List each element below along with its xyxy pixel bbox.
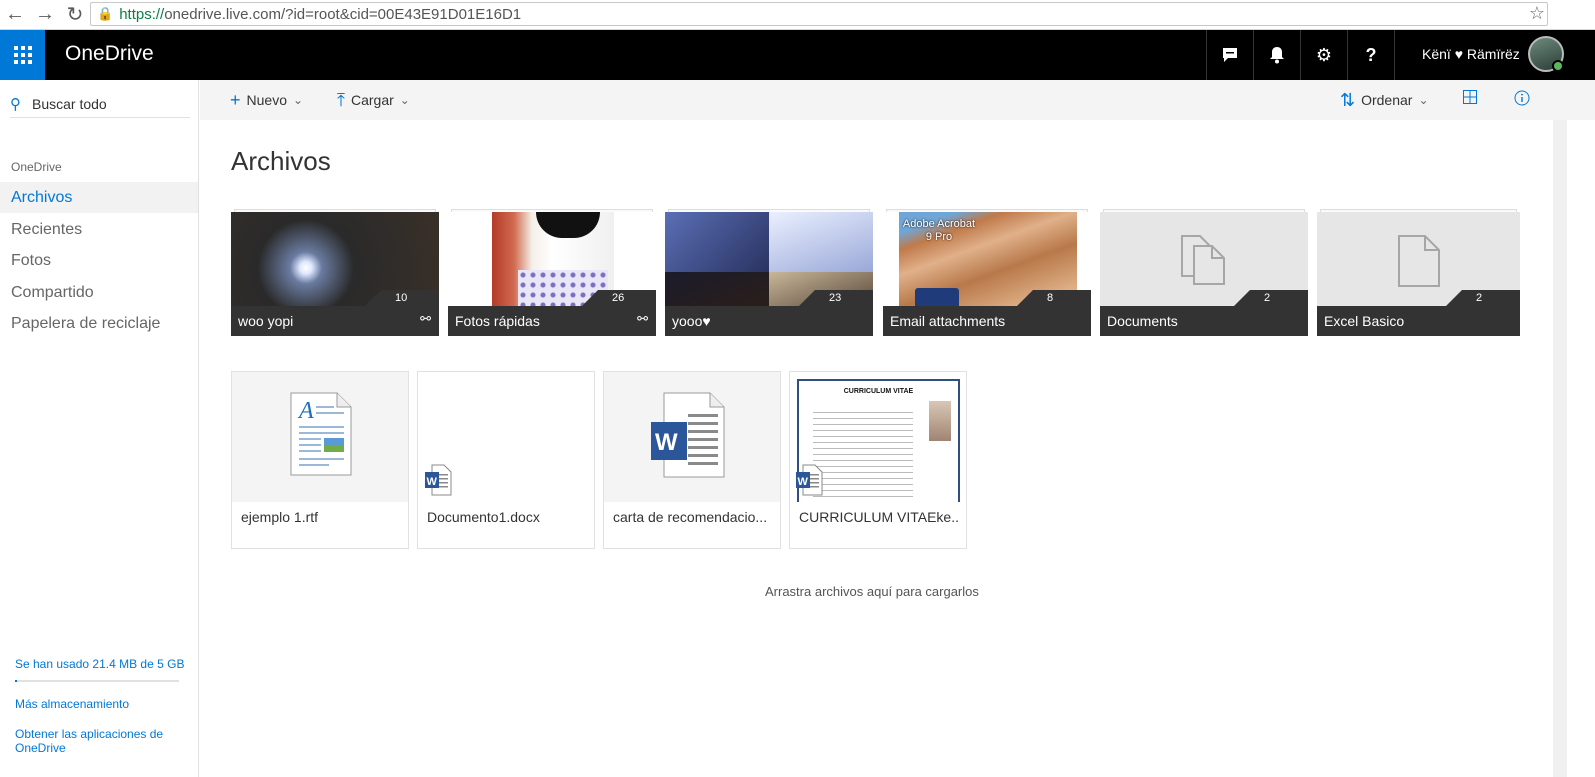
upload-button[interactable]: ⤒ Cargar ⌄ bbox=[337, 80, 410, 120]
rtf-document-icon: A bbox=[290, 392, 352, 476]
storage-bar bbox=[15, 680, 179, 682]
grid-view-icon[interactable] bbox=[1463, 90, 1477, 109]
forward-arrow-icon[interactable]: → bbox=[30, 2, 60, 28]
drop-hint: Arrastra archivos aquí para cargarlos bbox=[765, 584, 979, 599]
cv-heading: CURRICULUM VITAE bbox=[843, 388, 914, 395]
file-thumbnail: W bbox=[604, 372, 780, 502]
svg-text:W: W bbox=[655, 429, 678, 456]
bell-icon[interactable] bbox=[1253, 30, 1300, 80]
file-tile[interactable]: CURRICULUM VITAE W CURRICULUM VITAEke... bbox=[789, 371, 967, 549]
sidebar-section-label: OneDrive bbox=[11, 160, 62, 174]
sidebar-item-compartido[interactable]: Compartido bbox=[0, 277, 198, 308]
file-thumbnail: A bbox=[232, 372, 408, 502]
more-storage-link[interactable]: Más almacenamiento bbox=[15, 697, 185, 711]
folder-tile[interactable]: 2 Documents bbox=[1100, 209, 1308, 336]
gear-icon[interactable]: ⚙ bbox=[1300, 30, 1347, 80]
upload-label: Cargar bbox=[350, 92, 394, 108]
folder-name: yooo♥ bbox=[665, 306, 873, 336]
file-thumbnail: CURRICULUM VITAE W bbox=[790, 372, 966, 502]
suite-header: OneDrive ⚙ ? Kënï ♥ Rämïrëz bbox=[0, 30, 1595, 80]
document-icon bbox=[1398, 235, 1440, 287]
svg-text:W: W bbox=[798, 476, 809, 488]
page-title: Archivos bbox=[231, 146, 331, 176]
file-name: Documento1.docx bbox=[427, 509, 540, 525]
folder-name: woo yopi bbox=[231, 306, 439, 336]
user-name[interactable]: Kënï ♥ Rämïrëz bbox=[1422, 46, 1520, 62]
get-apps-link[interactable]: Obtener las aplicaciones de OneDrive bbox=[15, 727, 185, 755]
file-name: ejemplo 1.rtf bbox=[241, 509, 319, 525]
storage-bar-fill bbox=[15, 680, 17, 682]
acrobat-badge bbox=[915, 288, 959, 306]
svg-text:A: A bbox=[297, 398, 314, 424]
file-tile[interactable]: W Documento1.docx bbox=[417, 371, 595, 549]
photo-illustration bbox=[665, 272, 769, 306]
sidebar-item-papelera[interactable]: Papelera de reciclaje bbox=[0, 308, 198, 339]
browser-toolbar: ← → ↻ 🔒 https://onedrive.live.com/?id=ro… bbox=[0, 0, 1595, 30]
avatar[interactable] bbox=[1528, 36, 1564, 72]
address-bar[interactable]: 🔒 https://onedrive.live.com/?id=root&cid… bbox=[90, 2, 1548, 26]
svg-text:W: W bbox=[427, 476, 438, 488]
folder-tile[interactable]: 23 yooo♥ bbox=[665, 209, 873, 336]
folder-name: Email attachments bbox=[883, 306, 1091, 336]
file-tile[interactable]: A ejemplo 1.rtf bbox=[231, 371, 409, 549]
folder-tile[interactable]: 26 Fotos rápidas ⚯ bbox=[448, 209, 656, 336]
file-tile[interactable]: W carta de recomendacio... bbox=[603, 371, 781, 549]
folder-tile[interactable]: 2 Excel Basico bbox=[1317, 209, 1520, 336]
sort-icon: ⇅ bbox=[1340, 89, 1356, 110]
photo-illustration bbox=[665, 212, 769, 272]
sidebar-item-recientes[interactable]: Recientes bbox=[0, 214, 198, 245]
sidebar: ⚲ Buscar todo OneDrive Archivos Reciente… bbox=[0, 80, 199, 777]
chevron-down-icon: ⌄ bbox=[292, 93, 304, 107]
folder-tile[interactable]: 10 woo yopi ⚯ bbox=[231, 209, 439, 336]
command-bar: + Nuevo ⌄ ⤒ Cargar ⌄ ⇅ Ordenar ⌄ bbox=[200, 80, 1595, 120]
shared-people-icon: ⚯ bbox=[637, 311, 648, 326]
chevron-down-icon: ⌄ bbox=[1418, 93, 1429, 107]
folder-tile[interactable]: Adobe Acrobat 9 Pro 8 Email attachments bbox=[883, 209, 1091, 336]
new-label: Nuevo bbox=[246, 92, 287, 108]
url-scheme: https:// bbox=[119, 5, 165, 23]
multiple-documents-icon bbox=[1181, 235, 1225, 285]
sort-button[interactable]: ⇅ Ordenar ⌄ bbox=[1340, 80, 1429, 120]
url-path: onedrive.live.com/?id=root&cid=00E43E91D… bbox=[164, 5, 522, 23]
file-thumbnail: W bbox=[418, 372, 594, 502]
lock-icon: 🔒 bbox=[97, 6, 114, 21]
back-arrow-icon[interactable]: ← bbox=[0, 2, 30, 28]
sort-label: Ordenar bbox=[1361, 92, 1413, 108]
plus-icon: + bbox=[230, 89, 241, 110]
folder-name: Fotos rápidas bbox=[448, 306, 656, 336]
file-name: carta de recomendacio... bbox=[613, 509, 768, 525]
chevron-down-icon: ⌄ bbox=[399, 93, 410, 107]
upload-icon: ⤒ bbox=[337, 89, 345, 110]
folder-name: Documents bbox=[1100, 306, 1308, 336]
word-document-icon: W bbox=[651, 392, 725, 478]
file-name: CURRICULUM VITAEke... bbox=[799, 509, 959, 525]
info-icon[interactable] bbox=[1514, 90, 1530, 111]
divider bbox=[1394, 30, 1395, 80]
storage-usage[interactable]: Se han usado 21.4 MB de 5 GB bbox=[15, 657, 184, 671]
overlay-text: Adobe Acrobat 9 Pro bbox=[902, 218, 976, 243]
reload-icon[interactable]: ↻ bbox=[60, 2, 90, 28]
bookmark-star-icon[interactable]: ☆ bbox=[1529, 3, 1545, 24]
photo-illustration bbox=[769, 212, 873, 272]
help-icon[interactable]: ? bbox=[1347, 30, 1394, 80]
presence-icon bbox=[1552, 60, 1564, 72]
brand-title[interactable]: OneDrive bbox=[65, 42, 154, 66]
sidebar-item-archivos[interactable]: Archivos bbox=[0, 182, 198, 213]
word-icon: W bbox=[425, 464, 452, 496]
search-label: Buscar todo bbox=[32, 95, 107, 112]
shared-people-icon: ⚯ bbox=[420, 311, 431, 326]
new-button[interactable]: + Nuevo ⌄ bbox=[230, 80, 303, 120]
search-box[interactable]: ⚲ Buscar todo bbox=[10, 90, 190, 118]
cv-photo bbox=[929, 401, 951, 441]
folder-name: Excel Basico bbox=[1317, 306, 1520, 336]
chat-icon[interactable] bbox=[1206, 30, 1253, 80]
cv-text-lines bbox=[813, 407, 913, 497]
scrollbar[interactable] bbox=[1553, 120, 1567, 777]
word-icon: W bbox=[796, 464, 823, 496]
sidebar-item-fotos[interactable]: Fotos bbox=[0, 245, 198, 276]
app-launcher-icon[interactable] bbox=[0, 30, 45, 80]
search-icon: ⚲ bbox=[10, 95, 21, 113]
